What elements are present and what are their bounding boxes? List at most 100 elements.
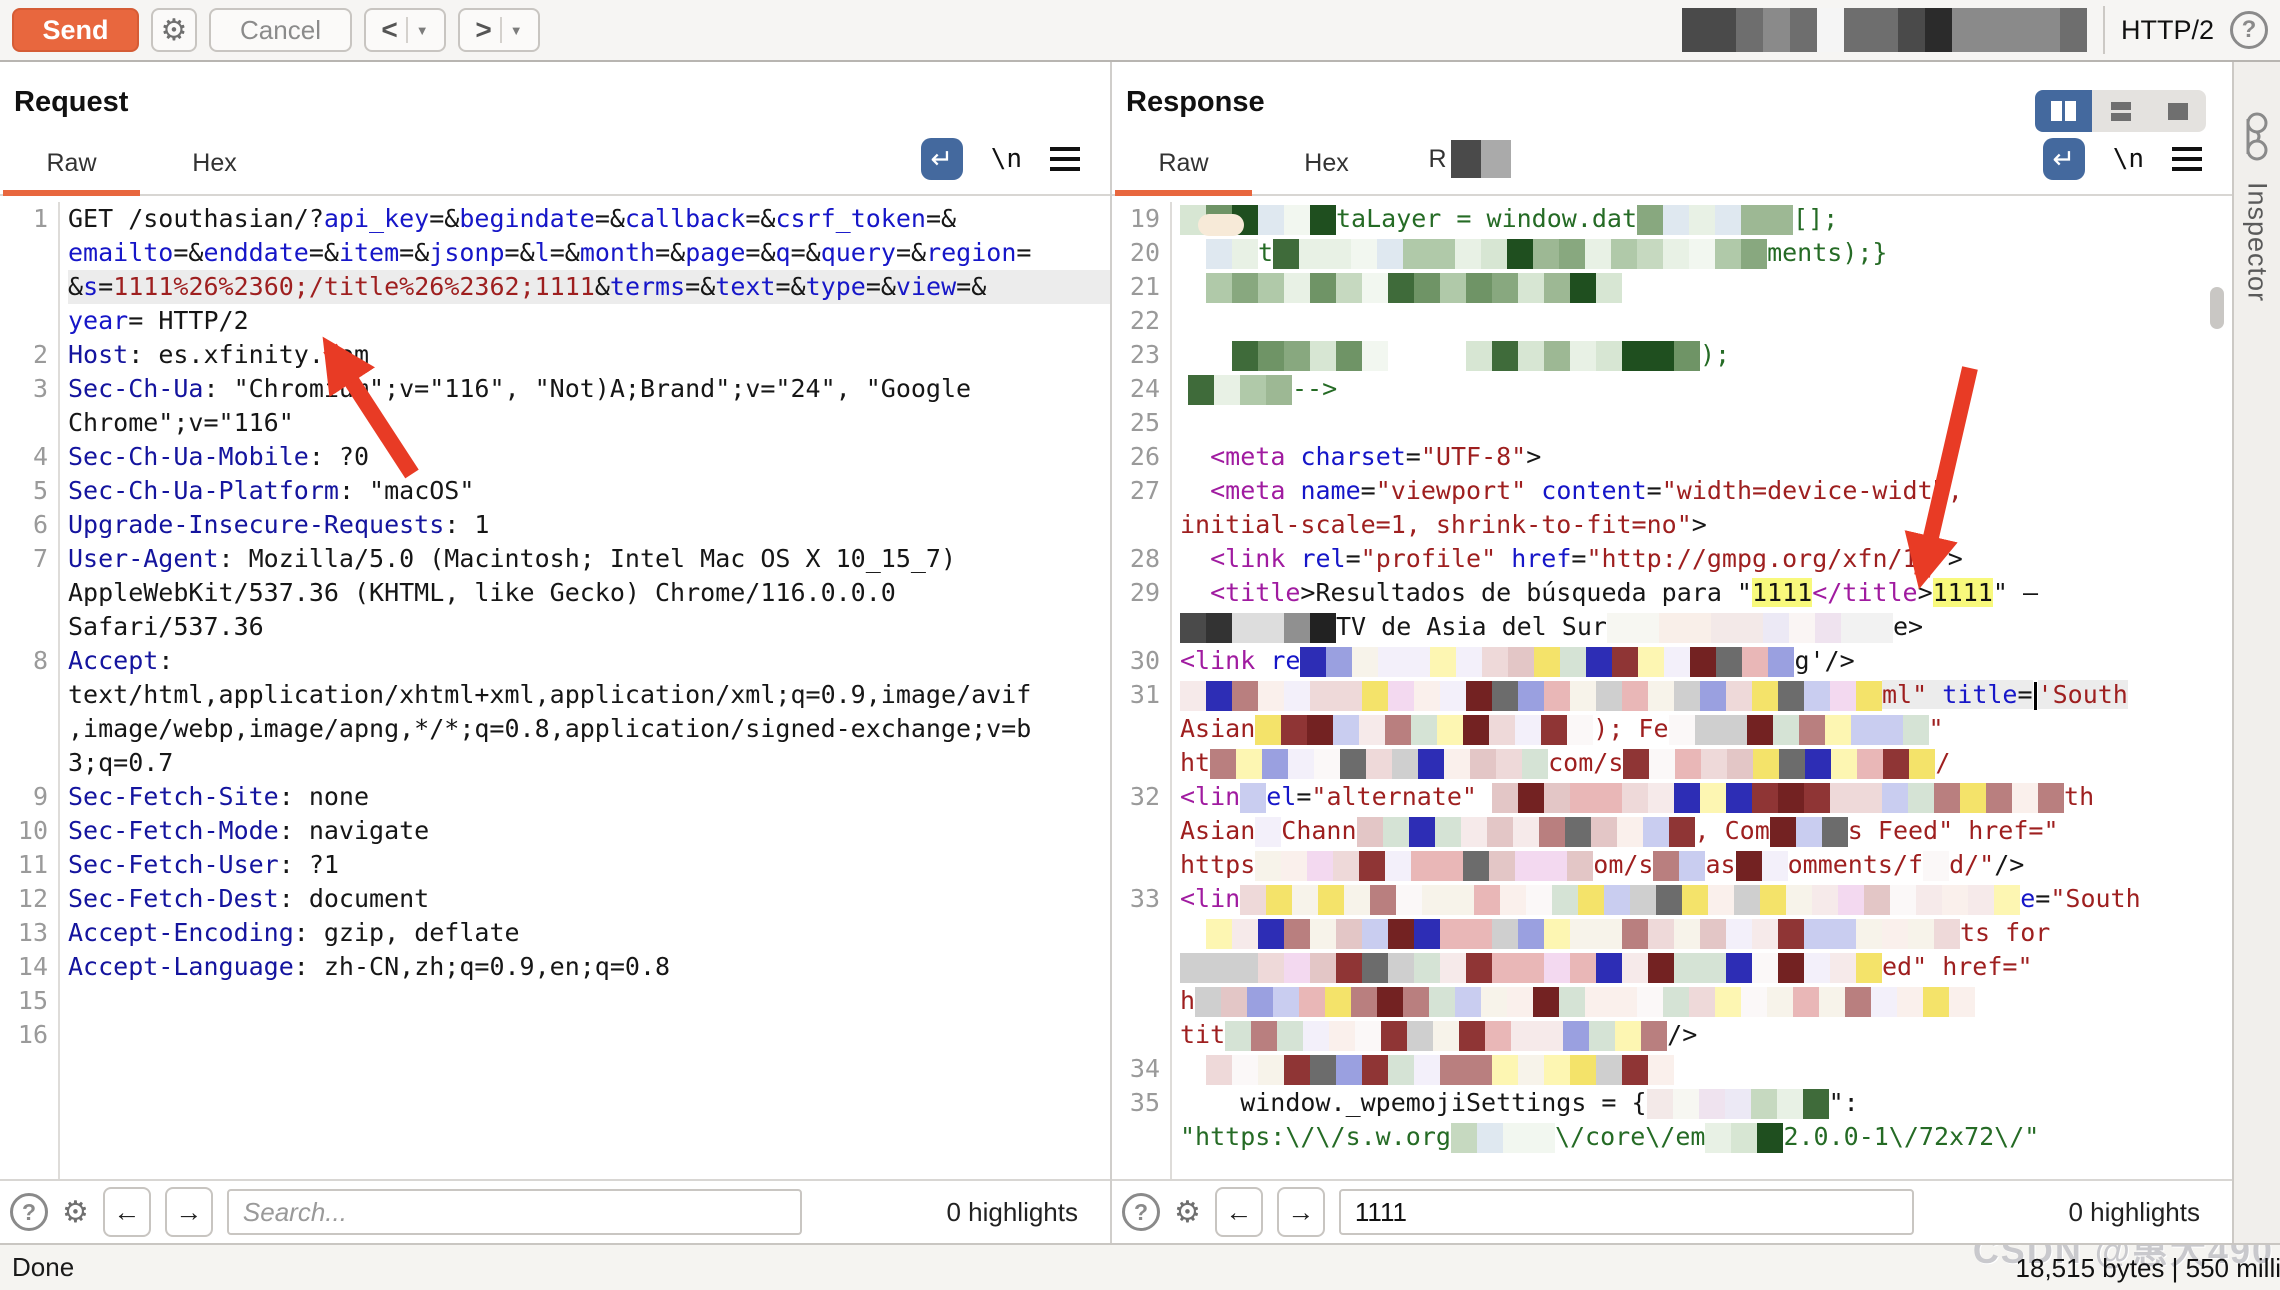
- search-settings-gear-icon[interactable]: ⚙: [62, 1195, 89, 1230]
- code-row: <meta charset="UTF-8">: [1180, 440, 2232, 474]
- request-code[interactable]: GET /southasian/?api_key=&begindate=&cal…: [58, 202, 1110, 1179]
- code-row: Accept-Language: zh-CN,zh;q=0.9,en;q=0.8: [68, 950, 1110, 984]
- search-settings-gear-icon[interactable]: ⚙: [1174, 1195, 1201, 1230]
- redacted-text: [1180, 953, 1882, 983]
- code-row: [1180, 1052, 2232, 1086]
- code-row: AppleWebKit/537.36 (KHTML, like Gecko) C…: [68, 576, 1110, 610]
- response-tab-raw[interactable]: Raw: [1112, 149, 1255, 194]
- line-number: 12: [0, 882, 58, 916]
- redacted-text: [1623, 749, 1935, 779]
- line-number: [1112, 508, 1170, 542]
- help-icon[interactable]: ?: [2230, 11, 2268, 49]
- code-row: );: [1180, 338, 2232, 372]
- line-number: [0, 406, 58, 440]
- next-request-button[interactable]: > ▼: [458, 8, 540, 52]
- code-row: taLayer = window.dat[];: [1180, 202, 2232, 236]
- request-editor[interactable]: 12345678910111213141516 GET /southasian/…: [0, 196, 1110, 1179]
- response-search-input[interactable]: [1339, 1189, 1914, 1235]
- line-number: [1112, 950, 1170, 984]
- send-button[interactable]: Send: [12, 8, 139, 52]
- response-tab-hex[interactable]: Hex: [1255, 149, 1398, 194]
- response-editor[interactable]: 1920212223242526272829303132333435 taLay…: [1112, 196, 2232, 1179]
- request-settings-gear-icon[interactable]: ⚙: [151, 8, 197, 52]
- redacted-text: [1188, 375, 1292, 405]
- editor-menu-icon[interactable]: [2172, 147, 2202, 171]
- search-previous-button[interactable]: ←: [103, 1187, 151, 1237]
- redacted-text: [1647, 1089, 1751, 1119]
- word-wrap-toggle-icon[interactable]: ↵: [2043, 138, 2085, 180]
- code-row: User-Agent: Mozilla/5.0 (Macintosh; Inte…: [68, 542, 1110, 576]
- previous-request-button[interactable]: < ▼: [364, 8, 446, 52]
- redacted-text: [1607, 613, 1893, 643]
- layout-single-button[interactable]: [2149, 90, 2206, 132]
- code-row: window._wpemojiSettings = {":: [1180, 1086, 2232, 1120]
- response-scrollbar[interactable]: [2210, 287, 2224, 329]
- word-wrap-toggle-icon[interactable]: ↵: [921, 138, 963, 180]
- line-number: 13: [0, 916, 58, 950]
- search-help-icon[interactable]: ?: [1122, 1193, 1160, 1231]
- line-number: 7: [0, 542, 58, 576]
- code-row: httpsom/sasomments/fd/"/>: [1180, 848, 2232, 882]
- text-cursor: [2034, 682, 2037, 710]
- redacted-text: [1255, 715, 1593, 745]
- line-number: 9: [0, 780, 58, 814]
- code-row: <title>Resultados de búsqueda para "1111…: [1180, 576, 2232, 610]
- code-row: GET /southasian/?api_key=&begindate=&cal…: [68, 202, 1110, 236]
- code-row: <meta name="viewport" content="width=dev…: [1180, 474, 2232, 508]
- redacted-text: [1255, 851, 1593, 881]
- request-tab-hex[interactable]: Hex: [143, 149, 286, 194]
- code-row: tments);}: [1180, 236, 2232, 270]
- redacted-text: [1240, 783, 1266, 813]
- redacted-text: [1210, 749, 1548, 779]
- http-version-selector[interactable]: HTTP/2: [2121, 15, 2214, 46]
- request-search-input[interactable]: [227, 1189, 802, 1235]
- code-row: htcom/s/: [1180, 746, 2232, 780]
- search-previous-button[interactable]: ←: [1215, 1187, 1263, 1237]
- response-tab-render[interactable]: R: [1398, 140, 1541, 194]
- line-number: [0, 270, 58, 304]
- code-row: [1180, 270, 2232, 304]
- code-row: Asian); Fe": [1180, 712, 2232, 746]
- layout-columns-button[interactable]: [2035, 90, 2092, 132]
- redacted-text: [1225, 1021, 1667, 1051]
- code-row: ed" href=": [1180, 950, 2232, 984]
- code-row: Accept-Encoding: gzip, deflate: [68, 916, 1110, 950]
- line-number: 10: [0, 814, 58, 848]
- response-panel: Response Raw Hex R ↵ \n: [1112, 62, 2232, 1243]
- redacted-text: [1206, 919, 1960, 949]
- inspector-tab[interactable]: Inspector: [2232, 62, 2280, 1243]
- code-row: ml" title='South: [1180, 678, 2232, 712]
- redacted-text: [1770, 817, 1848, 847]
- request-tab-raw[interactable]: Raw: [0, 149, 143, 194]
- line-number: [0, 712, 58, 746]
- line-number: [1112, 746, 1170, 780]
- response-tabs: Raw Hex R ↵ \n: [1112, 126, 2232, 196]
- line-number: 28: [1112, 542, 1170, 576]
- redacted-text: [1300, 647, 1794, 677]
- dropdown-arrow-icon: ▼: [510, 23, 523, 38]
- search-next-button[interactable]: →: [165, 1187, 213, 1237]
- chevron-left-icon: <: [381, 14, 397, 46]
- layout-rows-button[interactable]: [2092, 90, 2149, 132]
- code-row: ts for: [1180, 916, 2232, 950]
- search-next-button[interactable]: →: [1277, 1187, 1325, 1237]
- code-row: &s=1111%26%2360;/title%26%2362;1111&term…: [68, 270, 1110, 304]
- line-number: 23: [1112, 338, 1170, 372]
- line-number: 26: [1112, 440, 1170, 474]
- line-number: 8: [0, 644, 58, 678]
- code-row: Sec-Ch-Ua-Mobile: ?0: [68, 440, 1110, 474]
- redacted-text: [1451, 1123, 1555, 1153]
- line-number: 24: [1112, 372, 1170, 406]
- show-newlines-toggle[interactable]: \n: [991, 144, 1022, 174]
- search-help-icon[interactable]: ?: [10, 1193, 48, 1231]
- request-highlights-count: 0 highlights: [946, 1197, 1100, 1228]
- line-number: [0, 576, 58, 610]
- show-newlines-toggle[interactable]: \n: [2113, 144, 2144, 174]
- redacted-text: [1240, 885, 2020, 915]
- cancel-button[interactable]: Cancel: [209, 8, 352, 52]
- editor-menu-icon[interactable]: [1050, 147, 1080, 171]
- response-code[interactable]: taLayer = window.dat[];tments);});--> <m…: [1170, 202, 2232, 1179]
- code-row: [1180, 304, 2232, 338]
- code-row: Sec-Ch-Ua-Platform: "macOS": [68, 474, 1110, 508]
- line-number: 14: [0, 950, 58, 984]
